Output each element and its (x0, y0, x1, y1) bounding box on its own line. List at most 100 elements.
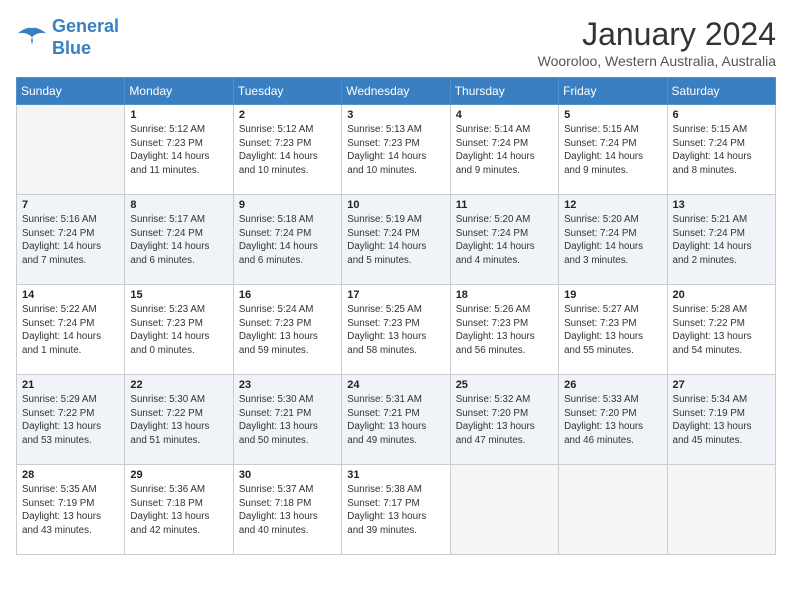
calendar-cell: 12Sunrise: 5:20 AMSunset: 7:24 PMDayligh… (559, 195, 667, 285)
calendar-cell: 2Sunrise: 5:12 AMSunset: 7:23 PMDaylight… (233, 105, 341, 195)
day-number: 30 (239, 469, 336, 481)
day-info: Sunrise: 5:31 AMSunset: 7:21 PMDaylight:… (347, 393, 444, 448)
calendar-cell: 23Sunrise: 5:30 AMSunset: 7:21 PMDayligh… (233, 375, 341, 465)
day-number: 15 (130, 289, 227, 301)
day-number: 20 (673, 289, 770, 301)
day-number: 31 (347, 469, 444, 481)
calendar-cell: 26Sunrise: 5:33 AMSunset: 7:20 PMDayligh… (559, 375, 667, 465)
weekday-header-sunday: Sunday (17, 78, 125, 105)
week-row-4: 21 Sunrise: 5:29 AMSunset: 7:22 PMDayligh… (17, 375, 776, 465)
calendar-cell: 21 Sunrise: 5:29 AMSunset: 7:22 PMDayligh… (17, 375, 125, 465)
day-info: Sunrise: 5:36 AMSunset: 7:18 PMDaylight:… (130, 483, 227, 538)
calendar-cell: 16 Sunrise: 5:24 AMSunset: 7:23 PMDayligh… (233, 285, 341, 375)
day-info: Sunrise: 5:13 AMSunset: 7:23 PMDaylight:… (347, 123, 444, 178)
day-info: Sunrise: 5:24 AMSunset: 7:23 PMDaylight:… (239, 303, 336, 358)
location: Wooroloo, Western Australia, Australia (538, 53, 776, 69)
day-info: Sunrise: 5:35 AMSunset: 7:19 PMDaylight:… (22, 483, 119, 538)
calendar-cell: 24 Sunrise: 5:31 AMSunset: 7:21 PMDayligh… (342, 375, 450, 465)
day-number: 13 (673, 199, 770, 211)
day-number: 14 (22, 289, 119, 301)
calendar-cell: 4Sunrise: 5:14 AMSunset: 7:24 PMDaylight… (450, 105, 558, 195)
day-info: Sunrise: 5:25 AMSunset: 7:23 PMDaylight:… (347, 303, 444, 358)
weekday-header-wednesday: Wednesday (342, 78, 450, 105)
day-number: 17 (347, 289, 444, 301)
calendar-cell: 20 Sunrise: 5:28 AMSunset: 7:22 PMDayligh… (667, 285, 775, 375)
day-number: 5 (564, 109, 661, 121)
day-number: 1 (130, 109, 227, 121)
logo-text: General Blue (52, 16, 119, 59)
day-info: Sunrise: 5:26 AMSunset: 7:23 PMDaylight:… (456, 303, 553, 358)
day-info: Sunrise: 5:27 AMSunset: 7:23 PMDaylight:… (564, 303, 661, 358)
calendar-cell: 19 Sunrise: 5:27 AMSunset: 7:23 PMDayligh… (559, 285, 667, 375)
day-number: 25 (456, 379, 553, 391)
calendar-cell (17, 105, 125, 195)
day-info: Sunrise: 5:30 AMSunset: 7:22 PMDaylight:… (130, 393, 227, 448)
calendar-cell: 29 Sunrise: 5:36 AMSunset: 7:18 PMDayligh… (125, 465, 233, 555)
day-info: Sunrise: 5:28 AMSunset: 7:22 PMDaylight:… (673, 303, 770, 358)
day-number: 3 (347, 109, 444, 121)
day-number: 9 (239, 199, 336, 211)
month-title: January 2024 (538, 16, 776, 53)
day-number: 28 (22, 469, 119, 481)
calendar-cell: 8 Sunrise: 5:17 AMSunset: 7:24 PMDaylight… (125, 195, 233, 285)
calendar-cell: 7 Sunrise: 5:16 AMSunset: 7:24 PMDaylight… (17, 195, 125, 285)
day-info: Sunrise: 5:29 AMSunset: 7:22 PMDaylight:… (22, 393, 119, 448)
day-number: 27 (673, 379, 770, 391)
day-number: 29 (130, 469, 227, 481)
day-number: 8 (130, 199, 227, 211)
day-info: Sunrise: 5:34 AMSunset: 7:19 PMDaylight:… (673, 393, 770, 448)
day-number: 11 (456, 199, 553, 211)
day-number: 24 (347, 379, 444, 391)
calendar-cell: 28 Sunrise: 5:35 AMSunset: 7:19 PMDayligh… (17, 465, 125, 555)
day-number: 7 (22, 199, 119, 211)
day-info: Sunrise: 5:37 AMSunset: 7:18 PMDaylight:… (239, 483, 336, 538)
logo: General Blue (16, 16, 119, 59)
week-row-1: 1 Sunrise: 5:12 AMSunset: 7:23 PMDaylight… (17, 105, 776, 195)
calendar-cell: 25 Sunrise: 5:32 AMSunset: 7:20 PMDayligh… (450, 375, 558, 465)
calendar-cell (450, 465, 558, 555)
day-number: 21 (22, 379, 119, 391)
calendar-cell: 3 Sunrise: 5:13 AMSunset: 7:23 PMDaylight… (342, 105, 450, 195)
day-info: Sunrise: 5:19 AMSunset: 7:24 PMDaylight:… (347, 213, 444, 268)
day-info: Sunrise: 5:22 AMSunset: 7:24 PMDaylight:… (22, 303, 119, 358)
calendar-cell: 15 Sunrise: 5:23 AMSunset: 7:23 PMDayligh… (125, 285, 233, 375)
day-info: Sunrise: 5:15 AMSunset: 7:24 PMDaylight:… (564, 123, 661, 178)
calendar-cell: 27 Sunrise: 5:34 AMSunset: 7:19 PMDayligh… (667, 375, 775, 465)
week-row-3: 14 Sunrise: 5:22 AMSunset: 7:24 PMDayligh… (17, 285, 776, 375)
calendar-cell: 18 Sunrise: 5:26 AMSunset: 7:23 PMDayligh… (450, 285, 558, 375)
calendar-cell: 31 Sunrise: 5:38 AMSunset: 7:17 PMDayligh… (342, 465, 450, 555)
calendar-cell: 1Sunrise: 5:12 AMSunset: 7:23 PMDaylight… (125, 105, 233, 195)
day-info: Sunrise: 5:12 AMSunset: 7:23 PMDaylight:… (239, 123, 336, 178)
day-number: 6 (673, 109, 770, 121)
weekday-header-saturday: Saturday (667, 78, 775, 105)
calendar-cell: 5 Sunrise: 5:15 AMSunset: 7:24 PMDaylight… (559, 105, 667, 195)
day-info: Sunrise: 5:32 AMSunset: 7:20 PMDaylight:… (456, 393, 553, 448)
calendar-cell: 13Sunrise: 5:21 AMSunset: 7:24 PMDayligh… (667, 195, 775, 285)
weekday-header-row: SundayMondayTuesdayWednesdayThursdayFrid… (17, 78, 776, 105)
day-info: Sunrise: 5:16 AMSunset: 7:24 PMDaylight:… (22, 213, 119, 268)
calendar-cell: 10Sunrise: 5:19 AMSunset: 7:24 PMDayligh… (342, 195, 450, 285)
day-number: 26 (564, 379, 661, 391)
day-info: Sunrise: 5:23 AMSunset: 7:23 PMDaylight:… (130, 303, 227, 358)
weekday-header-tuesday: Tuesday (233, 78, 341, 105)
calendar-table: SundayMondayTuesdayWednesdayThursdayFrid… (16, 77, 776, 555)
day-number: 23 (239, 379, 336, 391)
day-number: 16 (239, 289, 336, 301)
weekday-header-friday: Friday (559, 78, 667, 105)
weekday-header-monday: Monday (125, 78, 233, 105)
day-info: Sunrise: 5:20 AMSunset: 7:24 PMDaylight:… (456, 213, 553, 268)
day-info: Sunrise: 5:38 AMSunset: 7:17 PMDaylight:… (347, 483, 444, 538)
day-number: 18 (456, 289, 553, 301)
day-info: Sunrise: 5:17 AMSunset: 7:24 PMDaylight:… (130, 213, 227, 268)
day-number: 19 (564, 289, 661, 301)
calendar-cell: 30 Sunrise: 5:37 AMSunset: 7:18 PMDayligh… (233, 465, 341, 555)
calendar-cell (559, 465, 667, 555)
day-number: 4 (456, 109, 553, 121)
title-section: January 2024 Wooroloo, Western Australia… (538, 16, 776, 69)
week-row-5: 28 Sunrise: 5:35 AMSunset: 7:19 PMDayligh… (17, 465, 776, 555)
weekday-header-thursday: Thursday (450, 78, 558, 105)
calendar-cell: 17 Sunrise: 5:25 AMSunset: 7:23 PMDayligh… (342, 285, 450, 375)
day-info: Sunrise: 5:18 AMSunset: 7:24 PMDaylight:… (239, 213, 336, 268)
logo-icon (16, 24, 48, 52)
calendar-cell: 11 Sunrise: 5:20 AMSunset: 7:24 PMDayligh… (450, 195, 558, 285)
